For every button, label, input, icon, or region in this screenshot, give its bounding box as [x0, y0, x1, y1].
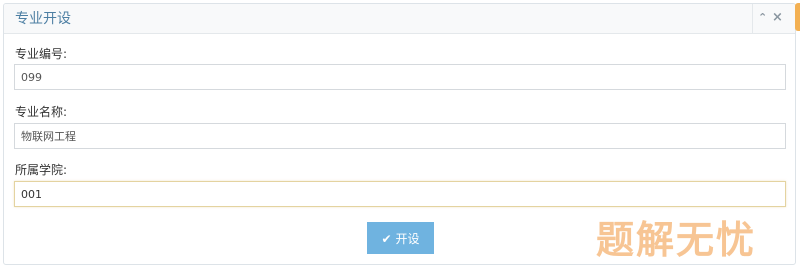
close-icon[interactable]: ×: [772, 10, 783, 26]
college-input[interactable]: [14, 181, 786, 207]
submit-button[interactable]: ✔ 开设: [367, 222, 434, 254]
major-name-input[interactable]: [14, 123, 786, 149]
major-code-input[interactable]: [14, 64, 786, 90]
check-icon: ✔: [381, 231, 392, 246]
major-code-label: 专业编号:: [15, 47, 68, 61]
major-name-label: 专业名称:: [15, 105, 68, 119]
panel-header: 专业开设 ⌃ ×: [4, 4, 795, 34]
side-tab[interactable]: [795, 3, 800, 31]
submit-button-label: 开设: [395, 231, 420, 246]
panel-tools: ⌃ ×: [752, 4, 793, 33]
chevron-up-icon[interactable]: ⌃: [758, 10, 767, 26]
major-setup-panel: 专业开设 ⌃ × 专业编号: 专业名称: 所属学院: ✔开设: [3, 3, 796, 265]
panel-title: 专业开设: [15, 11, 71, 27]
college-label: 所属学院:: [15, 163, 68, 177]
